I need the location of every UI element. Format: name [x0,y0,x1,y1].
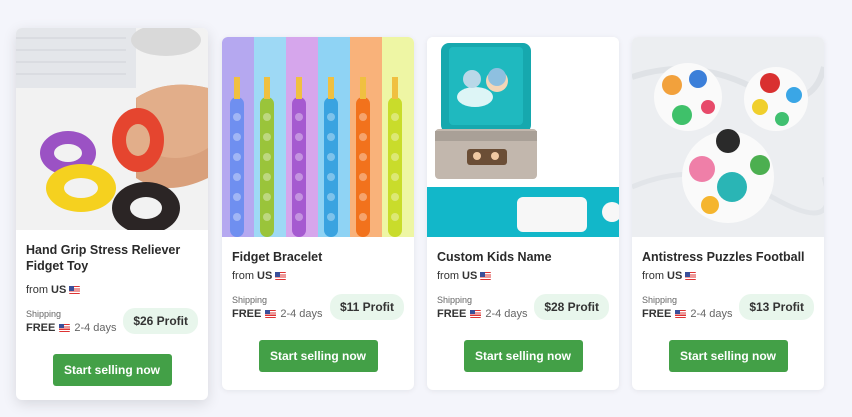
ships-from: from US [26,284,198,296]
profit-badge: $13 Profit [739,294,814,320]
us-flag-icon [265,309,277,318]
product-card[interactable]: Hand Grip Stress Reliever Fidget Toy fro… [16,28,208,400]
product-image[interactable] [427,37,619,237]
profit-badge: $28 Profit [534,294,609,320]
start-selling-button[interactable]: Start selling now [668,340,788,372]
product-card[interactable]: Antistress Puzzles Football from US Ship… [632,37,824,390]
from-country: US [257,270,273,282]
product-card[interactable]: Custom Kids Name from US Shipping FREE 2… [427,37,619,390]
product-image[interactable] [632,37,824,237]
from-country: US [667,270,683,282]
product-image[interactable] [222,37,414,237]
from-country: US [51,284,67,296]
from-label: from [232,270,254,282]
shipping-days: 2-4 days [74,321,117,334]
us-flag-icon [59,323,71,332]
us-flag-icon [275,272,287,280]
shipping-label: Shipping [642,294,678,305]
shipping-value: FREE [437,307,467,320]
shipping-label: Shipping [437,294,473,305]
ships-from: from US [232,270,404,282]
product-title[interactable]: Custom Kids Name [437,249,609,267]
shipping-info: Shipping FREE 2-4 days [26,309,117,334]
shipping-days: 2-4 days [690,307,733,320]
shipping-days: 2-4 days [485,307,528,320]
shipping-label: Shipping [232,294,268,305]
us-flag-icon [470,309,482,318]
from-label: from [26,284,48,296]
start-selling-button[interactable]: Start selling now [258,340,378,372]
product-title[interactable]: Hand Grip Stress Reliever Fidget Toy [26,242,198,276]
from-label: from [437,270,459,282]
profit-badge: $26 Profit [123,308,198,334]
us-flag-icon [675,309,687,318]
us-flag-icon [69,286,81,294]
from-label: from [642,270,664,282]
start-selling-button[interactable]: Start selling now [52,354,172,386]
shipping-value: FREE [232,307,262,320]
profit-badge: $11 Profit [329,294,404,320]
product-image[interactable] [16,28,208,230]
shipping-label: Shipping [26,308,62,319]
us-flag-icon [685,272,697,280]
start-selling-button[interactable]: Start selling now [463,340,583,372]
shipping-days: 2-4 days [280,307,323,320]
shipping-info: Shipping FREE 2-4 days [642,295,733,320]
shipping-info: Shipping FREE 2-4 days [437,295,528,320]
shipping-info: Shipping FREE 2-4 days [232,295,323,320]
shipping-value: FREE [26,321,56,334]
us-flag-icon [480,272,492,280]
product-title[interactable]: Fidget Bracelet [232,249,404,267]
shipping-value: FREE [642,307,672,320]
from-country: US [462,270,478,282]
product-card[interactable]: Fidget Bracelet from US Shipping FREE 2-… [222,37,414,390]
ships-from: from US [437,270,609,282]
ships-from: from US [642,270,814,282]
product-title[interactable]: Antistress Puzzles Football [642,249,814,267]
